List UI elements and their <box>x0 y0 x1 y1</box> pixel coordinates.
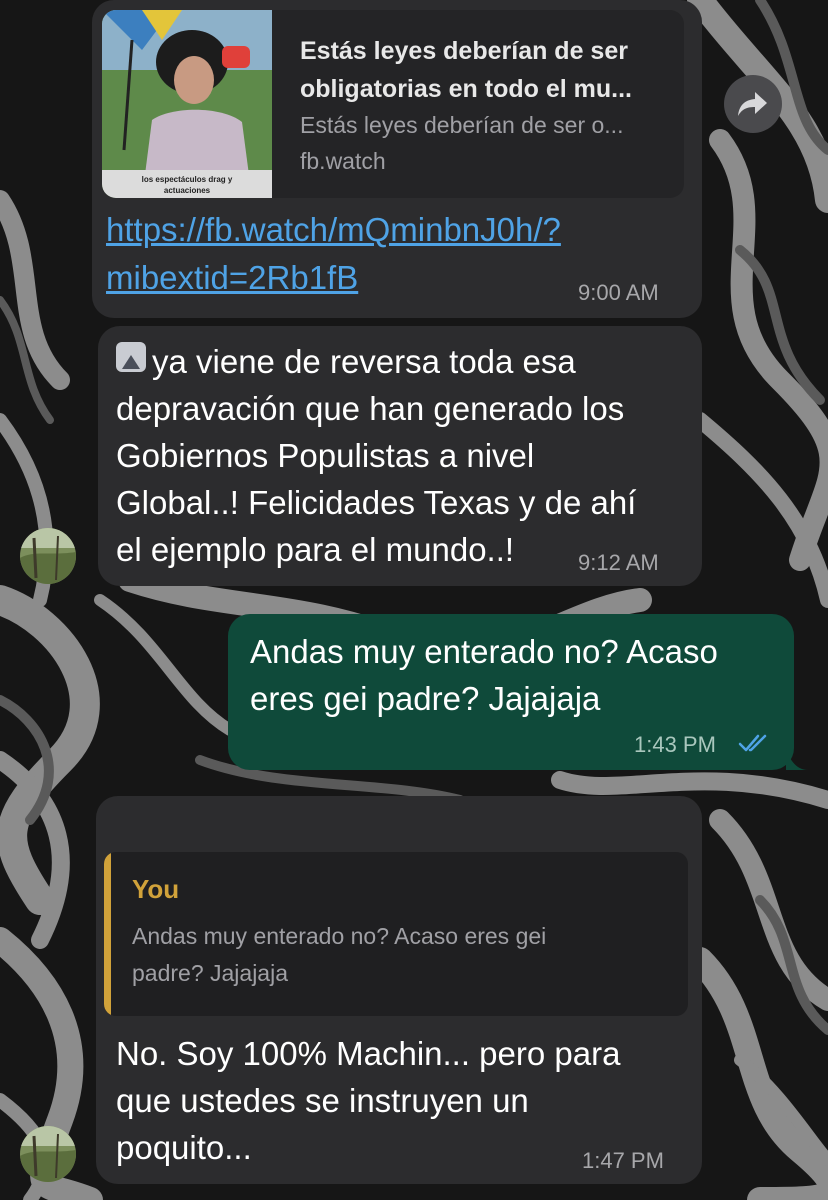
avatar-icon <box>20 1126 76 1182</box>
link-preview-description: Estás leyes deberían de ser o... <box>300 112 624 138</box>
link-preview-card[interactable]: los espectáculos drag y actuaciones Está… <box>102 10 684 198</box>
message-bubble-outgoing[interactable]: Andas muy enterado no? Acaso eres gei pa… <box>228 614 794 770</box>
message-time: 1:47 PM <box>582 1148 664 1173</box>
quote-text-line-2: padre? Jajajaja <box>132 960 289 986</box>
link-preview-title: Estás leyes deberían de ser obligatorias… <box>300 37 632 103</box>
message-link-line-2[interactable]: mibextid=2Rb1fB <box>106 254 561 302</box>
avatar[interactable] <box>20 1126 76 1182</box>
quote-accent-bar <box>104 852 111 1016</box>
message-text-line-1-text: ya viene de reversa toda esa <box>152 343 576 380</box>
message-time: 9:12 AM <box>578 550 659 575</box>
up-arrow-emoji-icon <box>116 342 146 372</box>
svg-text:actuaciones: actuaciones <box>164 186 211 195</box>
message-text-line-1: No. Soy 100% Machin... pero para <box>116 1035 621 1072</box>
message-text-line-1: ya viene de reversa toda esa <box>116 338 696 385</box>
message-text-line-2: que ustedes se instruyen un <box>116 1082 529 1119</box>
message-text-line-3: Gobiernos Populistas a nivel <box>116 437 535 474</box>
forward-button[interactable] <box>724 75 782 133</box>
forward-icon <box>738 92 767 116</box>
quote-author: You <box>132 874 180 904</box>
quoted-message[interactable]: You Andas muy enterado no? Acaso eres ge… <box>104 852 688 1016</box>
message-link-line-1[interactable]: https://fb.watch/mQminbnJ0h/? <box>106 206 561 254</box>
avatar-icon <box>20 528 76 584</box>
message-text-line-2: eres gei padre? Jajajaja <box>250 680 601 717</box>
message-link[interactable]: https://fb.watch/mQminbnJ0h/? mibextid=2… <box>106 206 561 302</box>
avatar[interactable] <box>20 528 76 584</box>
message-bubble-text[interactable]: ya viene de reversa toda esa depravación… <box>98 326 702 586</box>
message-text: ya viene de reversa toda esa depravación… <box>116 338 696 573</box>
link-preview-domain: fb.watch <box>300 148 386 174</box>
message-text: Andas muy enterado no? Acaso eres gei pa… <box>250 628 790 722</box>
message-time: 9:00 AM <box>578 280 659 305</box>
message-bubble-link[interactable]: los espectáculos drag y actuaciones Está… <box>92 0 702 318</box>
link-thumbnail: los espectáculos drag y actuaciones <box>102 10 272 198</box>
message-bubble-reply[interactable]: You Andas muy enterado no? Acaso eres ge… <box>96 796 702 1184</box>
quote-text: Andas muy enterado no? Acaso eres gei pa… <box>132 918 672 992</box>
bubble-tail-outgoing <box>786 748 808 770</box>
message-text-line-4: Global..! Felicidades Texas y de ahí <box>116 484 637 521</box>
message-time: 1:43 PM <box>634 732 716 757</box>
svg-text:los espectáculos drag y: los espectáculos drag y <box>142 175 233 184</box>
double-check-icon <box>738 734 767 752</box>
message-text-line-2: depravación que han generado los <box>116 390 625 427</box>
message-text-line-1: Andas muy enterado no? Acaso <box>250 633 718 670</box>
quote-text-line-1: Andas muy enterado no? Acaso eres gei <box>132 923 547 949</box>
